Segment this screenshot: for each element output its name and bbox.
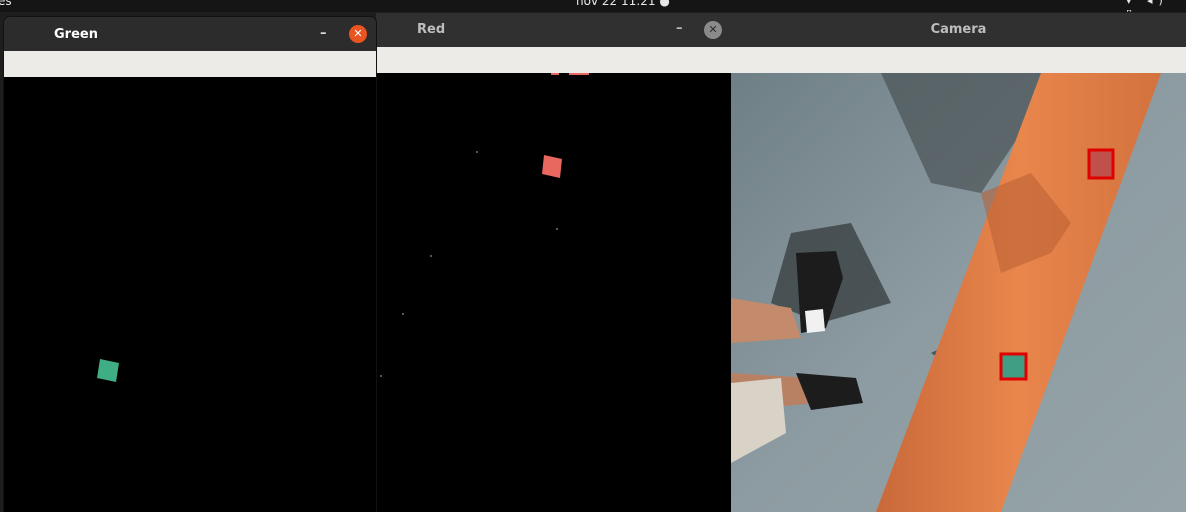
camera-window-title: Camera [930, 22, 987, 37]
minimize-icon[interactable]: – [320, 26, 327, 41]
red-window: Red – ✕ [376, 13, 731, 512]
red-window-title: Red [417, 22, 446, 37]
green-mask-image [4, 77, 376, 512]
camera-titlebar[interactable]: Camera [731, 13, 1186, 47]
red-mask-view [376, 73, 731, 512]
noise-speck [556, 228, 558, 230]
clock[interactable]: nov 22 11:21 ● [576, 0, 670, 8]
camera-toolbar [731, 47, 1186, 73]
camera-window: Camera [731, 13, 1186, 512]
system-tray[interactable]: ▾ ◂) ▯ [1126, 0, 1186, 12]
noise-speck [430, 255, 432, 257]
noise-speck [380, 375, 382, 377]
green-window: Green – ✕ [4, 17, 376, 512]
noise-speck [476, 151, 478, 153]
camera-frame-image [731, 73, 1186, 512]
close-icon[interactable]: ✕ [704, 21, 722, 39]
red-toolbar [376, 47, 731, 73]
green-titlebar[interactable]: Green – ✕ [4, 17, 376, 51]
camera-view [731, 73, 1186, 512]
green-mask-blob [97, 359, 119, 382]
green-detection-box [999, 352, 1028, 381]
minimize-icon[interactable]: – [676, 21, 683, 36]
red-mask-edge-left [551, 73, 559, 75]
sock-upper [805, 309, 825, 333]
green-window-title: Green [54, 27, 98, 42]
red-mask-blob [542, 155, 562, 178]
system-top-bar: es nov 22 11:21 ● ▾ ◂) ▯ [0, 0, 1186, 12]
red-mask-image [376, 73, 731, 512]
noise-speck [402, 313, 404, 315]
green-toolbar [4, 51, 376, 77]
green-mask-view [4, 77, 376, 512]
activities-button[interactable]: es [0, 0, 12, 8]
red-mask-edge-right [569, 73, 589, 75]
red-detection-box [1087, 148, 1115, 180]
red-titlebar[interactable]: Red – ✕ [376, 13, 731, 47]
close-icon[interactable]: ✕ [349, 25, 367, 43]
